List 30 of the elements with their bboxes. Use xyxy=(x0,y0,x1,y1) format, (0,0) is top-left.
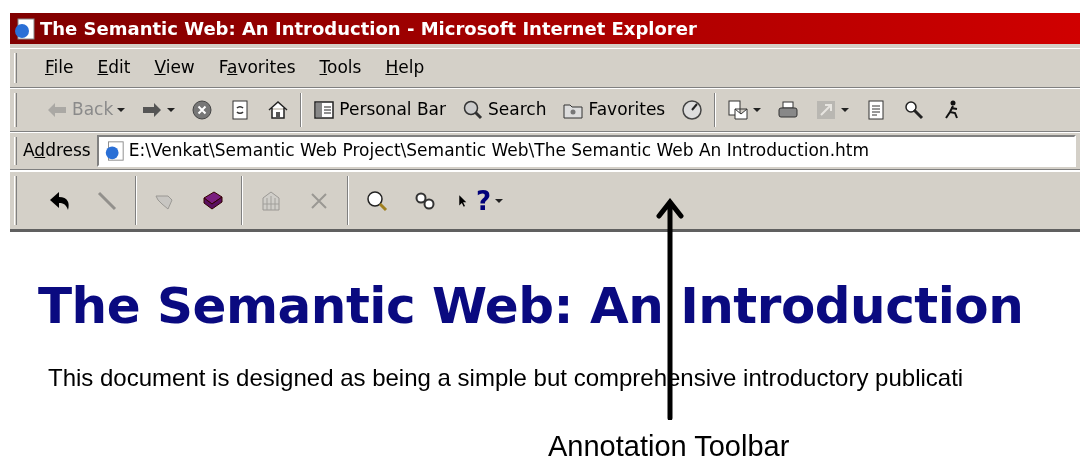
expand-icon xyxy=(815,99,838,121)
address-label: Address xyxy=(23,139,91,163)
search-icon xyxy=(462,99,485,121)
menu-item[interactable]: File xyxy=(35,55,84,81)
menu-item[interactable]: Favorites xyxy=(208,55,306,81)
page-heading: The Semantic Web: An Introduction xyxy=(38,276,1025,336)
address-field[interactable]: E:\Venkat\Semantic Web Project\Semantic Web\The Semantic Web An Introduction.htm xyxy=(96,135,1076,167)
callout-label: Annotation Toolbar xyxy=(548,430,790,462)
toolbar-button[interactable]: Personal Bar xyxy=(308,94,452,126)
browser-page-icon xyxy=(12,16,36,41)
caret-icon xyxy=(495,198,504,203)
caret-icon xyxy=(167,108,176,112)
caret-icon xyxy=(753,108,762,112)
menu-item[interactable]: View xyxy=(144,55,205,81)
menu-item[interactable]: Help xyxy=(375,55,435,81)
toolbar-button[interactable]: Favorites xyxy=(557,94,671,126)
printer-icon xyxy=(777,99,800,121)
window-title: The Semantic Web: An Introduction - Microsoft Internet Explorer xyxy=(40,17,697,41)
toolbar-button[interactable]: ? xyxy=(453,184,509,217)
panel-icon xyxy=(313,99,336,121)
caret-icon xyxy=(841,108,850,112)
mail-icon xyxy=(727,99,750,121)
menu-item[interactable]: Tools xyxy=(309,55,372,81)
clock-icon xyxy=(681,99,704,121)
stop-icon xyxy=(191,99,214,121)
caret-icon xyxy=(117,108,126,112)
magnifier-icon xyxy=(903,99,926,121)
toolbar-button[interactable]: Search xyxy=(457,94,552,126)
home-icon xyxy=(267,99,290,121)
menu-item[interactable]: Edit xyxy=(87,55,141,81)
